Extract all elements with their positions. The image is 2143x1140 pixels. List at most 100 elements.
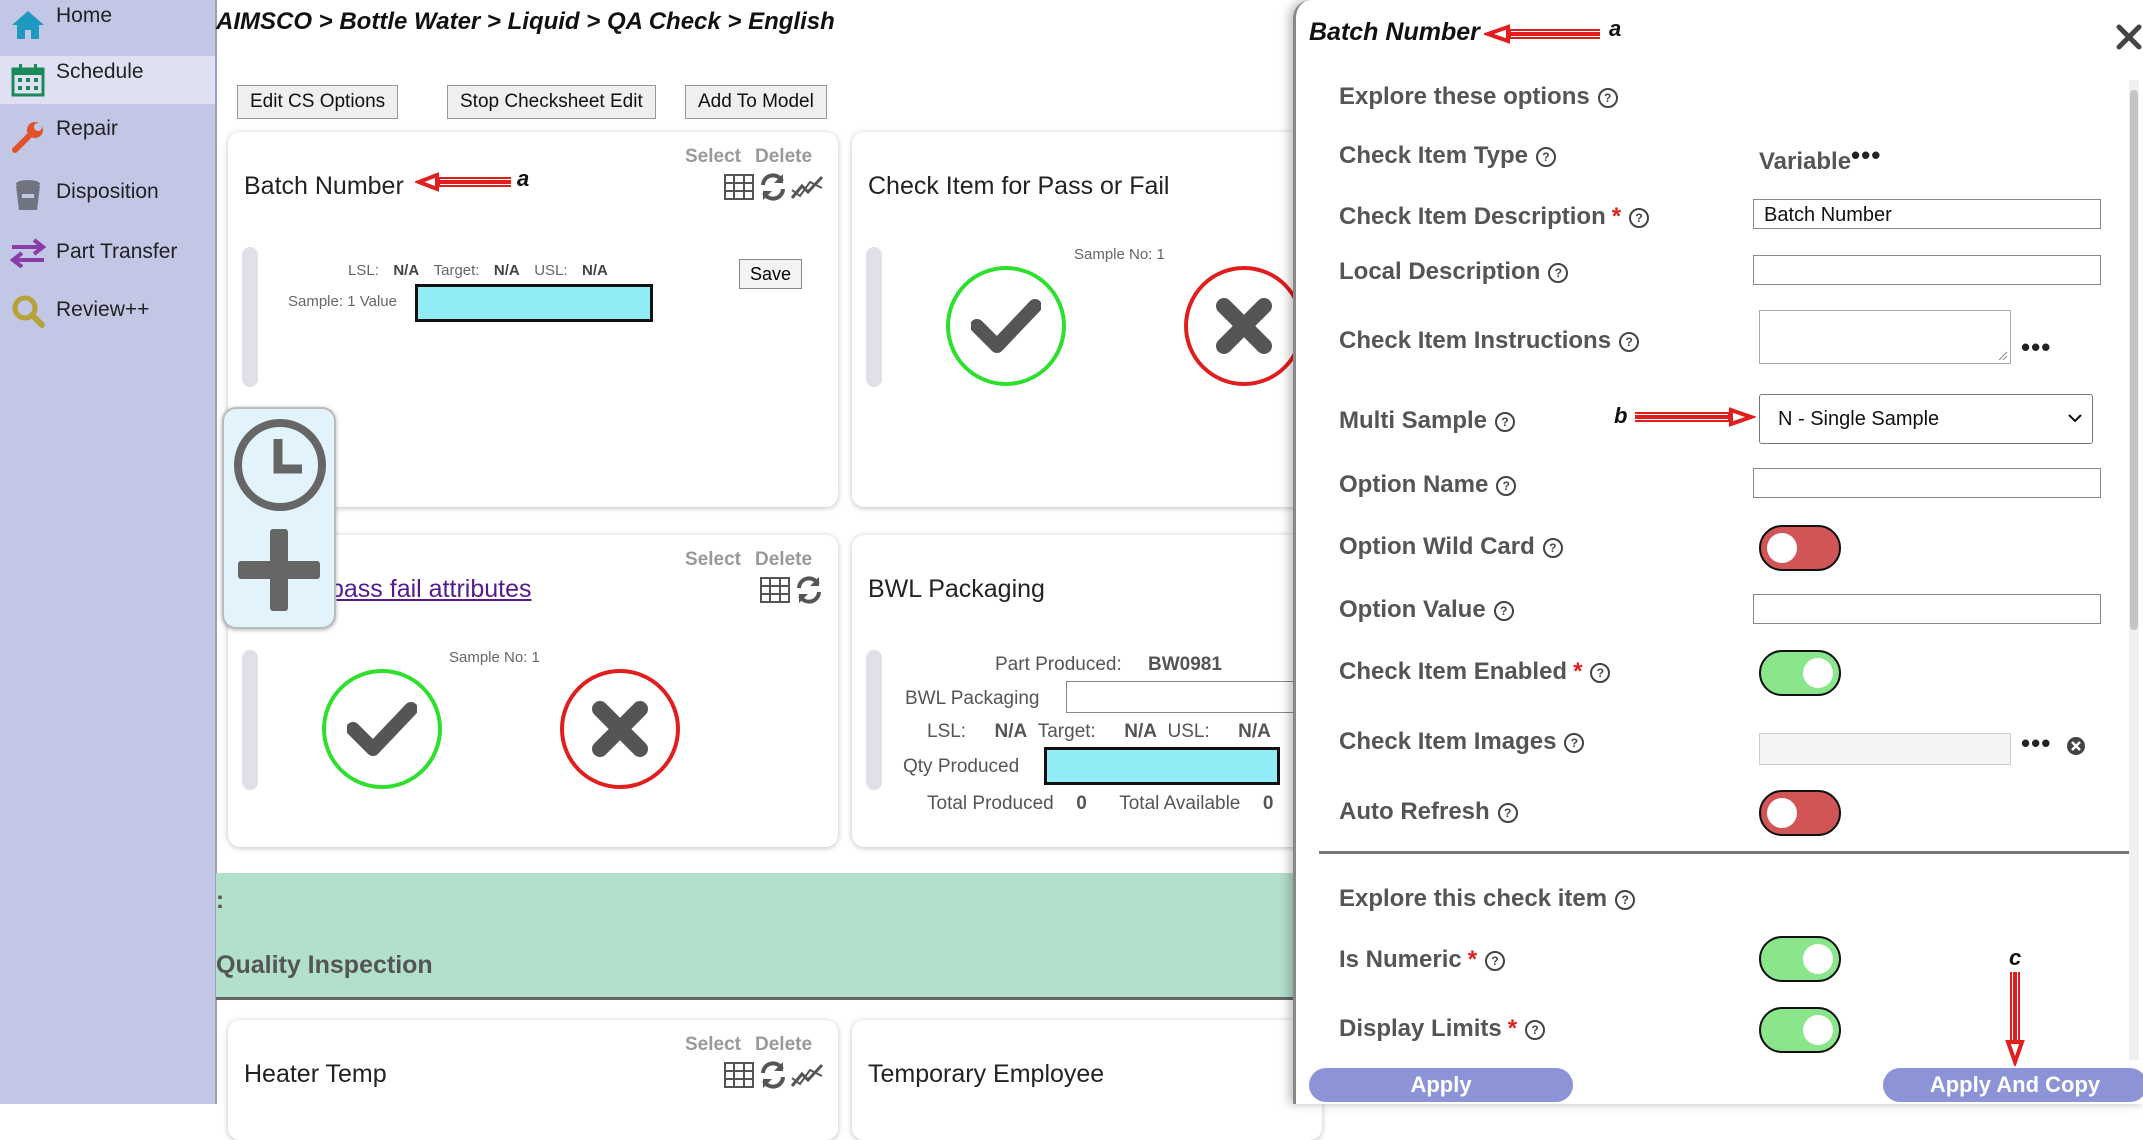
trend-chart-icon[interactable] [790,1062,824,1095]
trend-chart-icon[interactable] [790,174,824,207]
display-limits-label: Display Limits *? [1339,1015,1546,1043]
delete-link[interactable]: Delete [755,1034,812,1056]
sidebar-item-repair[interactable]: Repair [0,112,215,162]
help-icon[interactable]: ? [1493,600,1514,621]
check-item-images-input[interactable] [1759,733,2011,765]
option-wild-card-label: Option Wild Card? [1339,533,1563,561]
card-title: Temporary Employee [868,1060,1105,1088]
toggle-knob [1767,798,1797,828]
close-icon[interactable] [2116,24,2142,55]
section-title: Quality Inspection [216,951,433,979]
check-item-card-temporary-employee[interactable]: Temporary Employee [852,1020,1322,1140]
sidebar-item-part-transfer[interactable]: Part Transfer [0,228,215,278]
target-label: Target: [1037,721,1096,742]
sidebar-item-disposition[interactable]: Disposition [0,170,215,220]
display-limits-toggle[interactable] [1759,1007,1841,1053]
label-text: Check Item Instructions [1339,327,1612,354]
sample-value-input[interactable] [415,284,653,322]
clear-icon[interactable] [2066,736,2086,761]
help-icon[interactable]: ? [1497,802,1518,823]
table-icon[interactable] [724,1062,754,1093]
bwl-packaging-input[interactable] [1066,681,1322,713]
refresh-icon[interactable] [758,172,788,207]
multi-sample-label: Multi Sample? [1339,407,1516,435]
table-icon[interactable] [760,577,790,608]
more-options-icon[interactable]: ••• [2021,728,2051,759]
target-value: N/A [493,262,520,279]
help-icon[interactable]: ? [1615,889,1636,910]
delete-link[interactable]: Delete [755,549,812,571]
lsl-label: LSL: [927,721,967,742]
annotation-label-c: c [2009,945,2022,970]
label-text: Option Value [1339,596,1486,623]
multi-sample-select[interactable]: N - Single Sample [1759,394,2093,444]
help-icon[interactable]: ? [1535,146,1556,167]
refresh-icon[interactable] [794,575,824,610]
delete-link[interactable]: Delete [755,146,812,168]
more-options-icon[interactable]: ••• [2021,332,2051,363]
help-icon[interactable]: ? [1597,87,1618,108]
label-text: Multi Sample [1339,407,1488,434]
table-icon[interactable] [724,174,754,205]
scrollbar[interactable] [2129,80,2139,1060]
add-to-model-button[interactable]: Add To Model [685,85,827,119]
help-icon[interactable]: ? [1564,732,1585,753]
apply-button[interactable]: Apply [1309,1068,1573,1102]
help-icon[interactable]: ? [1629,207,1650,228]
stop-checksheet-edit-button[interactable]: Stop Checksheet Edit [447,85,656,119]
local-description-input[interactable] [1753,255,2101,285]
totals-row: Total Produced 0 Total Available 0 [927,793,1273,815]
scrollbar-thumb[interactable] [2130,90,2138,630]
sample-number-label: Sample No: 1 [449,649,540,666]
check-item-card-bwl-packaging[interactable]: BWL Packaging Part Produced: BW0981 BWL … [852,535,1322,847]
card-title-link[interactable]: pass fail attributes [330,575,532,604]
help-icon[interactable]: ? [1495,411,1516,432]
save-button[interactable]: Save [739,259,803,289]
option-name-input[interactable] [1753,468,2101,498]
help-icon[interactable]: ? [1485,950,1506,971]
select-link[interactable]: Select [685,549,741,571]
check-item-instructions-textarea[interactable] [1759,310,2011,364]
resize-handle-icon[interactable] [1998,351,2008,361]
check-item-card-pass-fail[interactable]: Check Item for Pass or Fail Sample No: 1 [852,132,1322,507]
qty-produced-input[interactable] [1044,747,1280,785]
edit-cs-options-button[interactable]: Edit CS Options [237,85,399,119]
lsl-value: N/A [393,262,420,279]
clock-icon[interactable] [232,417,328,518]
help-icon[interactable]: ? [1542,537,1563,558]
auto-refresh-toggle[interactable] [1759,790,1841,836]
check-item-description-input[interactable]: Batch Number [1753,199,2101,229]
select-link[interactable]: Select [685,1034,741,1056]
option-value-input[interactable] [1753,594,2101,624]
multi-sample-selected: N - Single Sample [1778,408,1940,430]
sidebar-item-review[interactable]: Review++ [0,286,215,336]
add-icon[interactable] [234,525,324,620]
select-link[interactable]: Select [685,146,741,168]
pass-button[interactable] [322,669,442,789]
help-icon[interactable]: ? [1590,662,1611,683]
section-divider [1319,851,2129,854]
lsl-value: N/A [994,721,1028,742]
fail-button[interactable] [1184,266,1304,386]
panel-title: Batch Number [1309,18,1480,46]
help-icon[interactable]: ? [1525,1019,1546,1040]
help-icon[interactable]: ? [1548,262,1569,283]
check-item-enabled-toggle[interactable] [1759,650,1841,696]
sidebar-item-home[interactable]: Home [0,0,215,50]
toggle-knob [1767,533,1797,563]
is-numeric-toggle[interactable] [1759,936,1841,982]
fail-button[interactable] [560,669,680,789]
sidebar-item-schedule[interactable]: Schedule [0,56,215,104]
pass-button[interactable] [946,266,1066,386]
trash-bin-icon [8,175,48,215]
x-mark-icon [592,701,648,757]
option-wild-card-toggle[interactable] [1759,525,1841,571]
help-icon[interactable]: ? [1619,331,1640,352]
more-options-icon[interactable]: ••• [1851,140,1881,171]
refresh-icon[interactable] [758,1060,788,1095]
help-icon[interactable]: ? [1496,475,1517,496]
check-item-card-heater-temp[interactable]: Heater Temp Select Delete [228,1020,838,1140]
apply-and-copy-button[interactable]: Apply And Copy [1883,1068,2143,1102]
option-name-label: Option Name? [1339,471,1517,499]
total-available-value: 0 [1262,793,1274,814]
